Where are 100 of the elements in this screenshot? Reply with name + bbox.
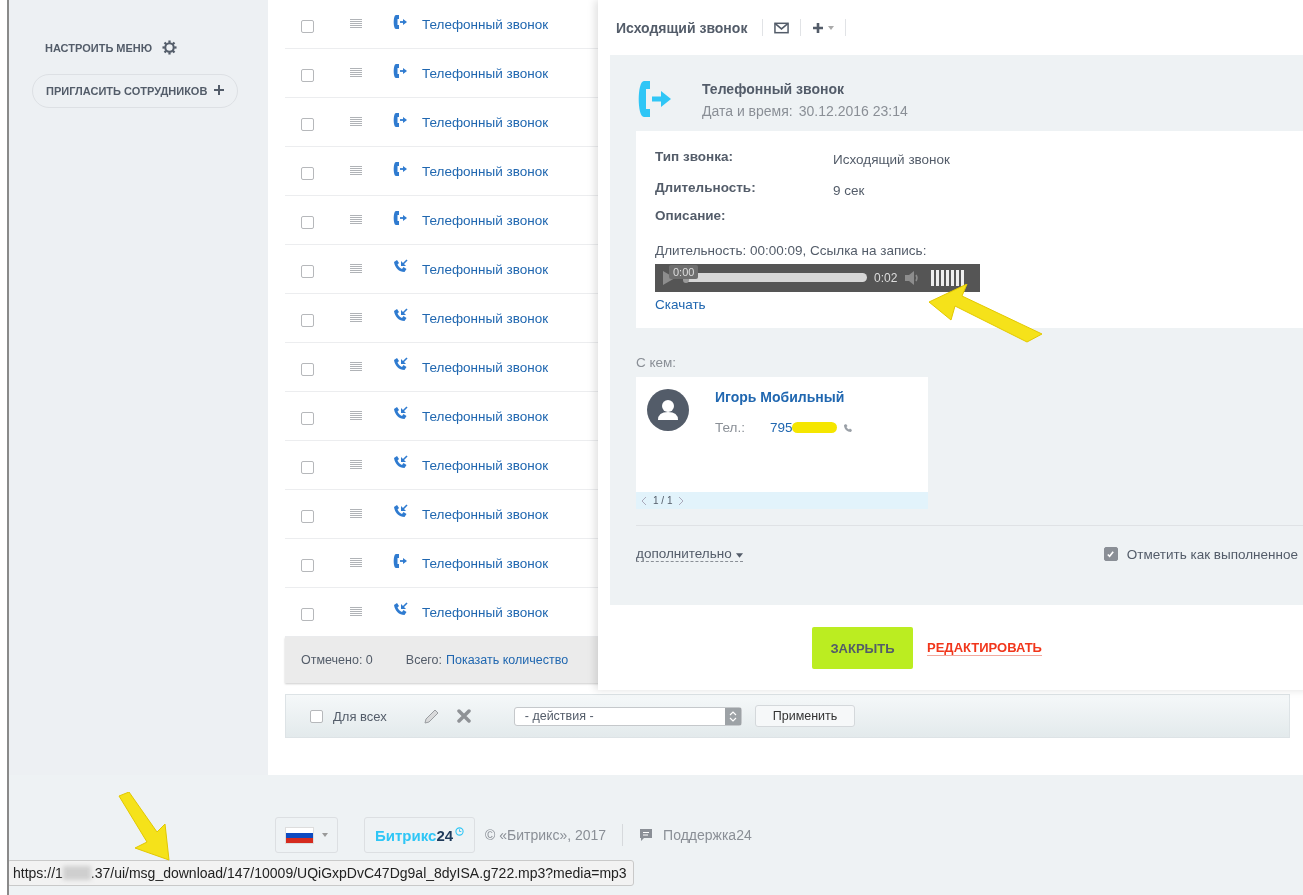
outgoing-call-icon bbox=[392, 112, 408, 128]
row-menu-icon[interactable] bbox=[350, 215, 362, 225]
phone-icon[interactable] bbox=[843, 422, 854, 433]
row-checkbox[interactable] bbox=[301, 215, 314, 229]
outgoing-call-icon bbox=[392, 161, 408, 177]
call-link[interactable]: Телефонный звонок bbox=[422, 457, 549, 473]
call-link[interactable]: Телефонный звонок bbox=[422, 359, 549, 375]
row-checkbox[interactable] bbox=[301, 460, 314, 474]
incoming-call-icon bbox=[392, 357, 408, 373]
outgoing-call-icon bbox=[636, 79, 672, 119]
row-menu-icon[interactable] bbox=[350, 558, 362, 568]
avatar-silhouette-icon bbox=[647, 389, 689, 431]
incoming-call-icon bbox=[392, 602, 408, 618]
apply-button[interactable]: Применить bbox=[754, 705, 856, 727]
url-end: .37/ui/msg_download/147/10009/UQiGxpDvC47Dg9al_8dyISA.g722.mp3?media=mp3 bbox=[90, 865, 627, 881]
call-link[interactable]: Телефонный звонок bbox=[422, 506, 549, 522]
incoming-call-icon bbox=[392, 504, 408, 520]
download-link[interactable]: Скачать bbox=[655, 297, 1303, 312]
row-checkbox[interactable] bbox=[301, 117, 314, 131]
call-link[interactable]: Телефонный звонок bbox=[422, 408, 549, 424]
call-link[interactable]: Телефонный звонок bbox=[422, 604, 549, 620]
row-menu-icon[interactable] bbox=[350, 313, 362, 323]
row-checkbox[interactable] bbox=[301, 607, 314, 621]
row-checkbox[interactable] bbox=[301, 19, 314, 33]
row-menu-icon[interactable] bbox=[350, 117, 362, 127]
row-checkbox[interactable] bbox=[301, 68, 314, 82]
add-menu-button[interactable] bbox=[812, 21, 835, 34]
row-menu-icon[interactable] bbox=[350, 460, 362, 470]
row-checkbox[interactable] bbox=[301, 558, 314, 572]
field-label: Длительность: bbox=[655, 180, 757, 198]
call-link[interactable]: Телефонный звонок bbox=[422, 163, 549, 179]
gear-icon[interactable] bbox=[162, 40, 178, 55]
outgoing-call-icon bbox=[392, 14, 408, 30]
chat-bubble-icon bbox=[639, 828, 654, 842]
caret-icon bbox=[828, 25, 835, 30]
row-menu-icon[interactable] bbox=[350, 264, 362, 274]
row-menu-icon[interactable] bbox=[350, 607, 362, 617]
call-link[interactable]: Телефонный звонок bbox=[422, 261, 549, 277]
edit-link[interactable]: РЕДАКТИРОВАТЬ bbox=[927, 640, 1042, 656]
outgoing-call-icon bbox=[392, 63, 408, 79]
incoming-call-icon bbox=[392, 308, 408, 324]
row-menu-icon[interactable] bbox=[350, 411, 362, 421]
row-menu-icon[interactable] bbox=[350, 362, 362, 372]
date-value: 30.12.2016 23:14 bbox=[798, 103, 908, 119]
dropdown-arrows-icon bbox=[724, 707, 741, 725]
call-link[interactable]: Телефонный звонок bbox=[422, 16, 549, 32]
close-button[interactable]: ЗАКРЫТЬ bbox=[812, 627, 914, 669]
copyright: © «Битрикс», 2017 bbox=[485, 827, 607, 843]
delete-icon[interactable] bbox=[456, 709, 471, 723]
show-count-link[interactable]: Показать количество bbox=[446, 653, 569, 667]
call-link[interactable]: Телефонный звонок bbox=[422, 212, 549, 228]
description-label: Описание: bbox=[655, 207, 727, 223]
incoming-call-icon bbox=[392, 406, 408, 422]
language-selector[interactable] bbox=[275, 817, 338, 853]
caret-icon bbox=[322, 833, 328, 837]
contact-name[interactable]: Игорь Мобильный bbox=[715, 389, 845, 405]
pencil-icon[interactable] bbox=[422, 707, 441, 725]
next-icon[interactable] bbox=[678, 495, 685, 506]
call-link[interactable]: Телефонный звонок bbox=[422, 310, 549, 326]
mark-done-checkbox[interactable] bbox=[1103, 547, 1118, 561]
row-checkbox[interactable] bbox=[301, 166, 314, 180]
row-menu-icon[interactable] bbox=[350, 166, 362, 176]
marked-count: Отмечено: 0 bbox=[301, 653, 373, 667]
row-menu-icon[interactable] bbox=[350, 509, 362, 519]
total-label: Всего: bbox=[405, 653, 443, 667]
url-start: https://1 bbox=[13, 865, 63, 881]
row-checkbox[interactable] bbox=[301, 264, 314, 278]
plus-icon bbox=[214, 85, 225, 95]
row-checkbox[interactable] bbox=[301, 362, 314, 376]
outgoing-call-icon bbox=[392, 553, 408, 569]
row-menu-icon[interactable] bbox=[350, 68, 362, 78]
time-tooltip: 0:00 bbox=[669, 264, 699, 279]
phone-number[interactable]: 795 bbox=[769, 420, 793, 435]
caret-icon bbox=[735, 553, 743, 558]
field-label: Тип звонка: bbox=[655, 149, 734, 166]
row-checkbox[interactable] bbox=[301, 411, 314, 425]
call-link[interactable]: Телефонный звонок bbox=[422, 555, 549, 571]
actions-dropdown[interactable]: - действия - bbox=[513, 706, 742, 726]
row-checkbox[interactable] bbox=[301, 509, 314, 523]
call-link[interactable]: Телефонный звонок bbox=[422, 114, 549, 130]
plus-icon bbox=[812, 21, 825, 34]
field-value: 9 сек bbox=[833, 183, 865, 201]
panel-title: Исходящий звонок bbox=[616, 19, 748, 36]
envelope-icon[interactable] bbox=[774, 21, 790, 34]
more-dropdown-link[interactable]: дополнительно bbox=[636, 546, 743, 562]
mark-done-label: Отметить как выполненное bbox=[1126, 546, 1298, 562]
incoming-call-icon bbox=[392, 455, 408, 471]
checkmark-icon bbox=[1106, 549, 1116, 559]
for-all-checkbox[interactable] bbox=[310, 709, 323, 723]
outgoing-call-icon bbox=[392, 210, 408, 226]
row-menu-icon[interactable] bbox=[350, 19, 362, 29]
incoming-call-icon bbox=[392, 259, 408, 275]
call-link[interactable]: Телефонный звонок bbox=[422, 65, 549, 81]
field-value: Исходящий звонок bbox=[833, 152, 950, 169]
bitrix24-logo[interactable]: Битрикс24 bbox=[364, 817, 476, 853]
previous-icon[interactable] bbox=[641, 495, 647, 506]
player-time: 0:02 bbox=[874, 270, 898, 285]
date-label: Дата и время: bbox=[702, 103, 793, 119]
row-checkbox[interactable] bbox=[301, 313, 314, 327]
menu-settings-link[interactable]: НАСТРОИТЬ МЕНЮ bbox=[45, 41, 153, 54]
